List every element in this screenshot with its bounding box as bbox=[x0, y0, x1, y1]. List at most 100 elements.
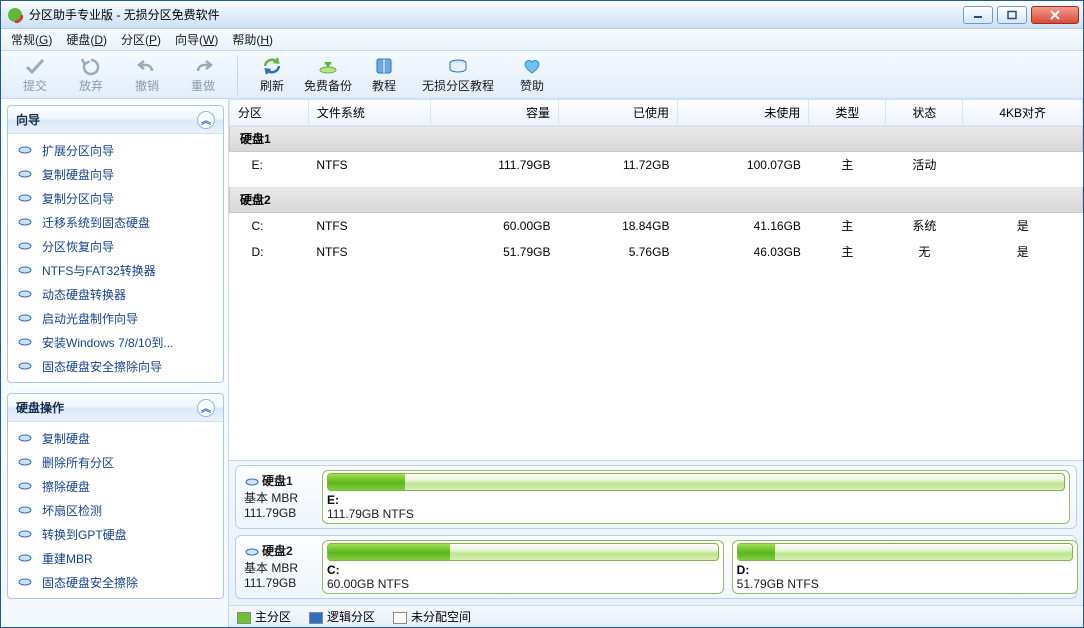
table-row[interactable]: C:NTFS60.00GB18.84GB41.16GB主系统是 bbox=[230, 213, 1083, 239]
sidebar[interactable]: 向导︽ 扩展分区向导复制硬盘向导复制分区向导迁移系统到固态硬盘分区恢复向导NTFS… bbox=[1, 99, 229, 627]
minimize-button[interactable] bbox=[963, 6, 993, 24]
sidebar-item[interactable]: 安装Windows 7/8/10到... bbox=[10, 330, 221, 354]
partition-table: 分区文件系统容量已使用未使用类型状态4KB对齐 硬盘1E:NTFS111.79G… bbox=[229, 99, 1083, 274]
legend-logical: 逻辑分区 bbox=[309, 608, 375, 625]
col-header[interactable]: 状态 bbox=[886, 100, 963, 126]
panel-header[interactable]: 向导︽ bbox=[8, 106, 223, 134]
menu-item[interactable]: 帮助(H) bbox=[232, 31, 273, 48]
dynamic-icon bbox=[16, 285, 34, 303]
sidebar-item-label: 迁移系统到固态硬盘 bbox=[42, 214, 150, 231]
toolbar-refresh-button[interactable]: 刷新 bbox=[244, 53, 300, 97]
titlebar: 分区助手专业版 - 无损分区免费软件 bbox=[1, 1, 1083, 29]
menu-item[interactable]: 硬盘(D) bbox=[66, 31, 107, 48]
sidebar-item-label: 转换到GPT硬盘 bbox=[42, 526, 127, 543]
disk-info: 硬盘1基本 MBR111.79GB bbox=[242, 470, 314, 524]
win-icon bbox=[16, 333, 34, 351]
sidebar-panel: 硬盘操作︽ 复制硬盘删除所有分区擦除硬盘坏扇区检测转换到GPT硬盘重建MBR 固态硬… bbox=[7, 393, 224, 599]
sidebar-item[interactable]: 固态硬盘安全擦除向导 bbox=[10, 354, 221, 378]
toolbar-commit-button[interactable]: 提交 bbox=[7, 53, 63, 97]
col-header[interactable]: 容量 bbox=[430, 100, 558, 126]
partition-box[interactable]: D:51.79GB NTFS bbox=[732, 540, 1078, 594]
panel-header[interactable]: 硬盘操作︽ bbox=[8, 394, 223, 422]
sidebar-item[interactable]: 重建MBR bbox=[10, 546, 221, 570]
disk-bar-row: E:111.79GB NTFS bbox=[322, 470, 1070, 524]
partition-letter: D: bbox=[737, 563, 1073, 577]
partition-desc: 51.79GB NTFS bbox=[737, 577, 1073, 591]
delete-icon bbox=[16, 453, 34, 471]
table-row[interactable]: E:NTFS111.79GB11.72GB100.07GB主活动 bbox=[230, 152, 1083, 178]
disk-box[interactable]: 硬盘1基本 MBR111.79GBE:111.79GB NTFS bbox=[235, 465, 1077, 529]
menu-item[interactable]: 常规(G) bbox=[11, 31, 52, 48]
main-area: 分区文件系统容量已使用未使用类型状态4KB对齐 硬盘1E:NTFS111.79G… bbox=[229, 99, 1083, 627]
sidebar-item-label: 扩展分区向导 bbox=[42, 142, 114, 159]
toolbar-label: 重做 bbox=[191, 77, 215, 94]
sidebar-item-label: 复制分区向导 bbox=[42, 190, 114, 207]
sidebar-item[interactable]: 转换到GPT硬盘 bbox=[10, 522, 221, 546]
sidebar-item[interactable]: 复制硬盘 bbox=[10, 426, 221, 450]
app-window: 分区助手专业版 - 无损分区免费软件 常规(G) 硬盘(D) 分区(P) 向导(W) 帮… bbox=[0, 0, 1084, 628]
sidebar-item[interactable]: 复制分区向导 bbox=[10, 186, 221, 210]
col-header[interactable]: 4KB对齐 bbox=[963, 100, 1083, 126]
col-header[interactable]: 分区 bbox=[230, 100, 309, 126]
copy-disk-icon bbox=[16, 429, 34, 447]
toolbar-tutor-button[interactable]: 教程 bbox=[356, 53, 412, 97]
sidebar-item[interactable]: 扩展分区向导 bbox=[10, 138, 221, 162]
toolbar-undo-button[interactable]: 撤销 bbox=[119, 53, 175, 97]
sidebar-item-label: 动态硬盘转换器 bbox=[42, 286, 126, 303]
close-button[interactable] bbox=[1031, 6, 1079, 24]
col-header[interactable]: 类型 bbox=[809, 100, 886, 126]
toolbar: 提交放弃撤销重做 刷新免费备份教程无损分区教程赞助 bbox=[1, 51, 1083, 99]
table-row[interactable]: D:NTFS51.79GB5.76GB46.03GB主无是 bbox=[230, 239, 1083, 265]
toolbar-lossless-button[interactable]: 无损分区教程 bbox=[412, 53, 504, 97]
partition-box[interactable]: E:111.79GB NTFS bbox=[322, 470, 1070, 524]
media-icon bbox=[16, 309, 34, 327]
toolbar-discard-button[interactable]: 放弃 bbox=[63, 53, 119, 97]
disk-name: 硬盘1 bbox=[262, 472, 293, 489]
chevron-up-icon[interactable]: ︽ bbox=[197, 399, 215, 417]
partition-box[interactable]: C:60.00GB NTFS bbox=[322, 540, 724, 594]
toolbar-label: 放弃 bbox=[79, 77, 103, 94]
toolbar-redo-button[interactable]: 重做 bbox=[175, 53, 231, 97]
disk-scheme: 基本 MBR bbox=[244, 489, 312, 506]
sidebar-item-label: 重建MBR bbox=[42, 550, 93, 567]
sidebar-item[interactable]: 迁移系统到固态硬盘 bbox=[10, 210, 221, 234]
toolbar-separator bbox=[237, 55, 238, 95]
maximize-button[interactable] bbox=[997, 6, 1027, 24]
partition-letter: E: bbox=[327, 493, 1065, 507]
menu-item[interactable]: 分区(P) bbox=[121, 31, 161, 48]
disk-box[interactable]: 硬盘2基本 MBR111.79GBC:60.00GB NTFSD:51.79GB… bbox=[235, 535, 1077, 599]
col-header[interactable]: 未使用 bbox=[677, 100, 808, 126]
sidebar-item[interactable]: 固态硬盘安全擦除 bbox=[10, 570, 221, 594]
disk-info: 硬盘2基本 MBR111.79GB bbox=[242, 540, 314, 594]
revert-icon bbox=[79, 55, 103, 77]
col-header[interactable]: 已使用 bbox=[559, 100, 678, 126]
sidebar-item[interactable]: 坏扇区检测 bbox=[10, 498, 221, 522]
disk-icon bbox=[446, 55, 470, 77]
sidebar-item[interactable]: NTFS与FAT32转换器 bbox=[10, 258, 221, 282]
table-group-row[interactable]: 硬盘2 bbox=[230, 187, 1083, 213]
book-icon bbox=[372, 55, 396, 77]
sidebar-item[interactable]: 启动光盘制作向导 bbox=[10, 306, 221, 330]
menu-item[interactable]: 向导(W) bbox=[175, 31, 218, 48]
legend-primary: 主分区 bbox=[237, 608, 291, 625]
sidebar-item[interactable]: 删除所有分区 bbox=[10, 450, 221, 474]
partition-letter: C: bbox=[327, 563, 719, 577]
sidebar-item[interactable]: 复制硬盘向导 bbox=[10, 162, 221, 186]
sidebar-item[interactable]: 分区恢复向导 bbox=[10, 234, 221, 258]
table-group-row[interactable]: 硬盘1 bbox=[230, 126, 1083, 152]
sidebar-item[interactable]: 擦除硬盘 bbox=[10, 474, 221, 498]
toolbar-backup-button[interactable]: 免费备份 bbox=[300, 53, 356, 97]
usage-bar bbox=[737, 543, 1073, 561]
toolbar-donate-button[interactable]: 赞助 bbox=[504, 53, 560, 97]
col-header[interactable]: 文件系统 bbox=[308, 100, 430, 126]
chevron-up-icon[interactable]: ︽ bbox=[197, 111, 215, 129]
erase-icon bbox=[16, 573, 34, 591]
mbr-icon bbox=[16, 549, 34, 567]
disk-size: 111.79GB bbox=[244, 576, 312, 590]
partition-table-wrap[interactable]: 分区文件系统容量已使用未使用类型状态4KB对齐 硬盘1E:NTFS111.79G… bbox=[229, 99, 1083, 461]
migrate-icon bbox=[16, 213, 34, 231]
app-icon bbox=[7, 7, 23, 23]
sidebar-panel: 向导︽ 扩展分区向导复制硬盘向导复制分区向导迁移系统到固态硬盘分区恢复向导NTFS… bbox=[7, 105, 224, 383]
expand-icon bbox=[16, 141, 34, 159]
sidebar-item[interactable]: 动态硬盘转换器 bbox=[10, 282, 221, 306]
